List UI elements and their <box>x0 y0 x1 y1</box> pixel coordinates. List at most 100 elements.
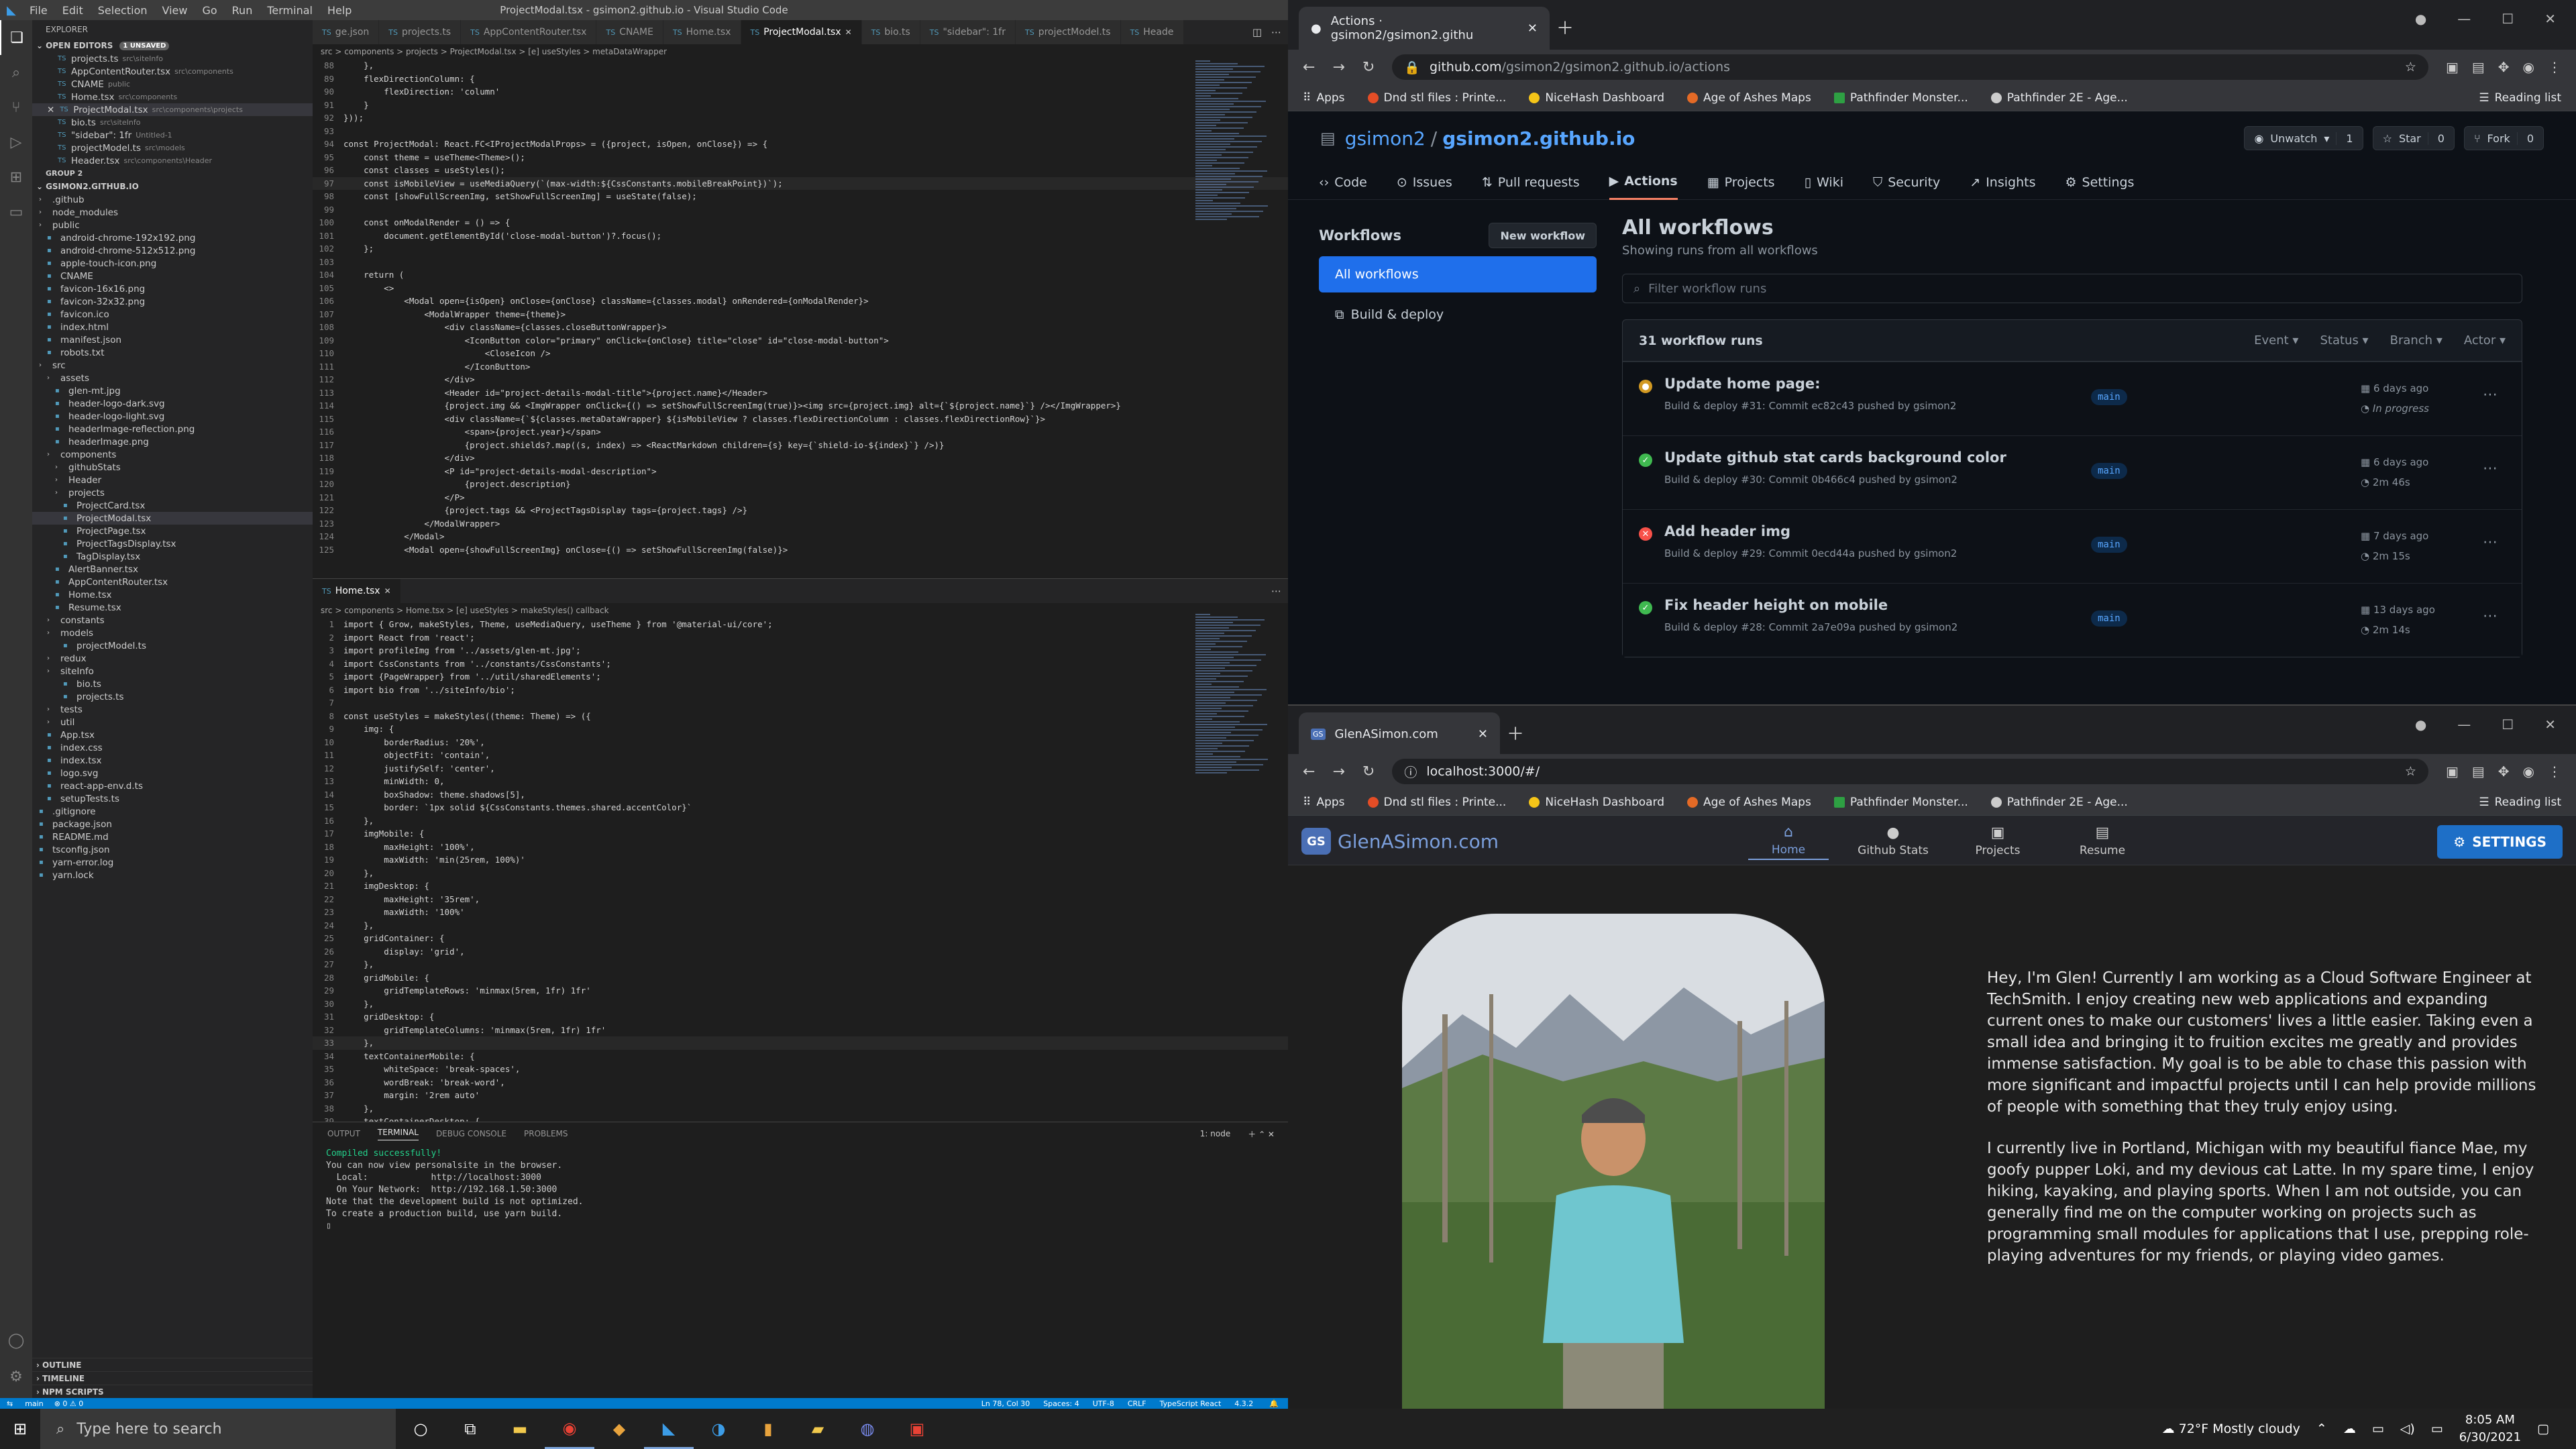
branch-badge[interactable]: main <box>2091 389 2127 405</box>
branch-indicator[interactable]: main <box>19 1399 48 1408</box>
new-tab-icon[interactable]: ＋ <box>1507 720 1524 745</box>
open-editors-section[interactable]: ⌄ OPEN EDITORS 1 UNSAVED <box>32 39 313 52</box>
new-tab-icon[interactable]: ＋ <box>1556 15 1574 40</box>
minimize-icon[interactable]: — <box>2457 11 2471 27</box>
outline-section[interactable]: › OUTLINE <box>32 1358 313 1371</box>
file-item[interactable]: ▪ ProjectPage.tsx <box>32 525 313 537</box>
file-item[interactable]: ▪ apple-touch-icon.png <box>32 257 313 270</box>
bookmark-dnd[interactable]: Dnd stl files : Printe... <box>1367 796 1506 809</box>
tab-problems[interactable]: PROBLEMS <box>524 1129 568 1138</box>
close-icon[interactable]: ✕ <box>1478 727 1488 741</box>
code-editor-2[interactable]: 1 import { Grow, makeStyles, Theme, useMe… <box>313 618 1288 1128</box>
address-bar[interactable]: 🔒 github.com/gsimon2/gsimon2.github.io/a… <box>1392 54 2428 80</box>
indentation[interactable]: Spaces: 4 <box>1036 1399 1085 1408</box>
profile-dot-icon[interactable]: ● <box>2415 11 2426 27</box>
volume-icon[interactable]: ◁) <box>2400 1421 2415 1436</box>
close-window-icon[interactable]: ✕ <box>2544 11 2556 27</box>
file-item[interactable]: ▪ robots.txt <box>32 346 313 359</box>
gear-icon[interactable]: ⚙ <box>0 1359 32 1394</box>
folder-item[interactable]: › Header <box>32 474 313 486</box>
branch-badge[interactable]: main <box>2091 463 2127 479</box>
nav-home[interactable]: ⌂ Home <box>1748 821 1829 860</box>
editor-tab[interactable]: TS ge.json <box>313 20 380 44</box>
reading-list[interactable]: ☰ Reading list <box>2479 91 2561 105</box>
bookmark-pathfinder-monster[interactable]: Pathfinder Monster... <box>1833 796 1968 809</box>
extension-icon[interactable]: ▣ <box>2446 59 2459 75</box>
file-item[interactable]: ▪ ProjectTagsDisplay.tsx <box>32 537 313 550</box>
folder-item[interactable]: › siteInfo <box>32 665 313 678</box>
reload-icon[interactable]: ↻ <box>1362 59 1375 76</box>
nav-projects[interactable]: ▣ Projects <box>1957 821 2038 860</box>
menu-view[interactable]: View <box>162 4 188 17</box>
close-icon[interactable]: ✕ <box>384 586 391 596</box>
weather-widget[interactable]: ☁ 72°F Mostly cloudy <box>2162 1421 2300 1436</box>
file-item[interactable]: ▪ header-logo-light.svg <box>32 410 313 423</box>
repo-name-link[interactable]: gsimon2.github.io <box>1442 127 1635 150</box>
line-ending[interactable]: CRLF <box>1121 1399 1153 1408</box>
split-editor-icon[interactable]: ◫ <box>1252 26 1262 38</box>
reload-icon[interactable]: ↻ <box>1362 763 1375 780</box>
folder-item[interactable]: › redux <box>32 652 313 665</box>
folder-item[interactable]: › node_modules <box>32 206 313 219</box>
settings-button[interactable]: ⚙ SETTINGS <box>2437 825 2563 859</box>
open-editor-item[interactable]: TS projects.ts src\siteInfo <box>32 52 313 65</box>
bookmark-pathfinder-monster[interactable]: Pathfinder Monster... <box>1833 91 1968 105</box>
avatar[interactable]: ◉ <box>2523 59 2534 75</box>
code-editor[interactable]: 88 }, 89 flexDirectionColumn: {90 flexDir… <box>313 59 1288 556</box>
file-item[interactable]: ▪ ProjectModal.tsx <box>32 512 313 525</box>
open-editor-item[interactable]: TS "sidebar": 1fr Untitled-1 <box>32 129 313 142</box>
open-editor-item[interactable]: TS Header.tsx src\components\Header <box>32 154 313 167</box>
folder-item[interactable]: › githubStats <box>32 461 313 474</box>
menu-selection[interactable]: Selection <box>98 4 148 17</box>
file-item[interactable]: ▪ AppContentRouter.tsx <box>32 576 313 588</box>
file-item[interactable]: ▪ Resume.tsx <box>32 601 313 614</box>
tab-debug-console[interactable]: DEBUG CONSOLE <box>436 1129 506 1138</box>
tab-actions[interactable]: ▶ Actions <box>1609 165 1678 200</box>
minimize-icon[interactable]: — <box>2457 716 2471 733</box>
bookmark-apps[interactable]: ⠿ Apps <box>1303 796 1345 809</box>
terminal-select[interactable]: 1: node <box>1200 1129 1230 1138</box>
discord-icon[interactable]: ◍ <box>843 1409 892 1449</box>
file-item[interactable]: ▪ ProjectCard.tsx <box>32 499 313 512</box>
app-icon[interactable]: ◆ <box>594 1409 644 1449</box>
close-window-icon[interactable]: ✕ <box>2544 716 2556 733</box>
file-item[interactable]: ▪ index.tsx <box>32 754 313 767</box>
close-icon[interactable]: ✕ <box>47 105 54 115</box>
forward-icon[interactable]: → <box>1332 59 1344 76</box>
bookmark-age-of-ashes[interactable]: Age of Ashes Maps <box>1687 91 1811 105</box>
bookmark-apps[interactable]: ⠿ Apps <box>1303 91 1345 105</box>
tab-projects[interactable]: ▦ Projects <box>1707 165 1775 200</box>
network-icon[interactable]: ▭ <box>2372 1421 2384 1436</box>
tab-security[interactable]: ⛉ Security <box>1873 165 1940 200</box>
file-item[interactable]: ▪ projects.ts <box>32 690 313 703</box>
actor-filter[interactable]: Actor ▾ <box>2464 333 2506 347</box>
bookmark-dnd[interactable]: Dnd stl files : Printe... <box>1367 91 1506 105</box>
cortana-icon[interactable]: ○ <box>396 1409 445 1449</box>
file-item[interactable]: ▪ headerImage-reflection.png <box>32 423 313 435</box>
tab-portfolio[interactable]: GS GlenASimon.com ✕ <box>1299 712 1500 755</box>
run-title-link[interactable]: Fix header height on mobile <box>1664 597 1888 613</box>
menu-edit[interactable]: Edit <box>62 4 83 17</box>
remote-explorer-icon[interactable]: ▭ <box>0 195 32 229</box>
file-item[interactable]: ▪ package.json <box>32 818 313 830</box>
notification-icon[interactable]: ▢ <box>2537 1421 2549 1436</box>
nav-github-stats[interactable]: ● Github Stats <box>1853 821 1933 860</box>
account-icon[interactable]: ◯ <box>0 1323 32 1358</box>
editor-tab[interactable]: TS projects.ts <box>379 20 462 44</box>
editor-tab[interactable]: TS bio.ts <box>861 20 920 44</box>
file-item[interactable]: ▪ projectModel.ts <box>32 639 313 652</box>
file-item[interactable]: ▪ headerImage.png <box>32 435 313 448</box>
kebab-menu-icon[interactable]: ⋯ <box>2483 608 2498 625</box>
editor-tab[interactable]: TS Home.tsx <box>663 20 741 44</box>
folder-item[interactable]: › util <box>32 716 313 729</box>
file-item[interactable]: ▪ Home.tsx <box>32 588 313 601</box>
app-icon[interactable]: ▮ <box>743 1409 793 1449</box>
cursor-position[interactable]: Ln 78, Col 30 <box>975 1399 1037 1408</box>
sticky-notes-icon[interactable]: ▰ <box>793 1409 843 1449</box>
tab-insights[interactable]: ↗ Insights <box>1970 165 2035 200</box>
folder-item[interactable]: › models <box>32 627 313 639</box>
table-row[interactable]: ✓ Fix header height on mobile Build & de… <box>1623 583 2522 657</box>
open-editor-item[interactable]: TS CNAME public <box>32 78 313 91</box>
editor-tab[interactable]: TS AppContentRouter.tsx <box>461 20 597 44</box>
workflow-all[interactable]: All workflows <box>1319 256 1597 292</box>
